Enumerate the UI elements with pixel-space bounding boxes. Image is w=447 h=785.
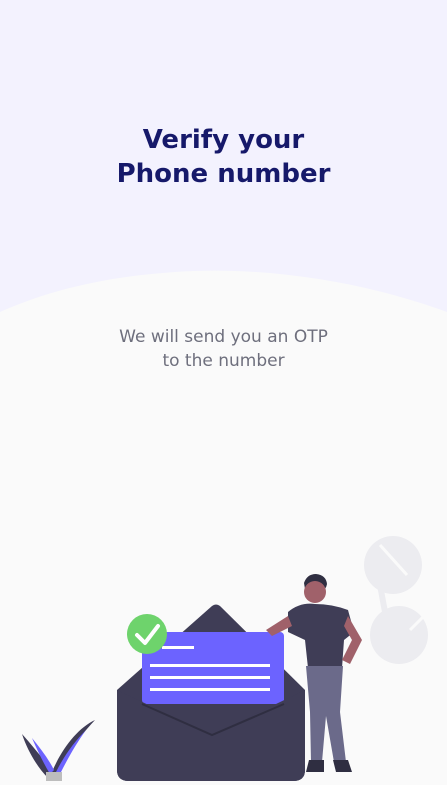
- subtitle-line-2: to the number: [162, 351, 285, 371]
- title-line-1: Verify your: [142, 125, 305, 155]
- subtitle-line-1: We will send you an OTP: [119, 327, 328, 347]
- background-circles: [364, 536, 432, 664]
- page-subtitle: We will send you an OTP to the number: [0, 325, 447, 373]
- check-icon: [127, 614, 167, 654]
- title-line-2: Phone number: [116, 159, 331, 189]
- otp-illustration: [0, 520, 447, 781]
- page-title: Verify your Phone number: [0, 123, 447, 191]
- plant-illustration: [22, 720, 95, 781]
